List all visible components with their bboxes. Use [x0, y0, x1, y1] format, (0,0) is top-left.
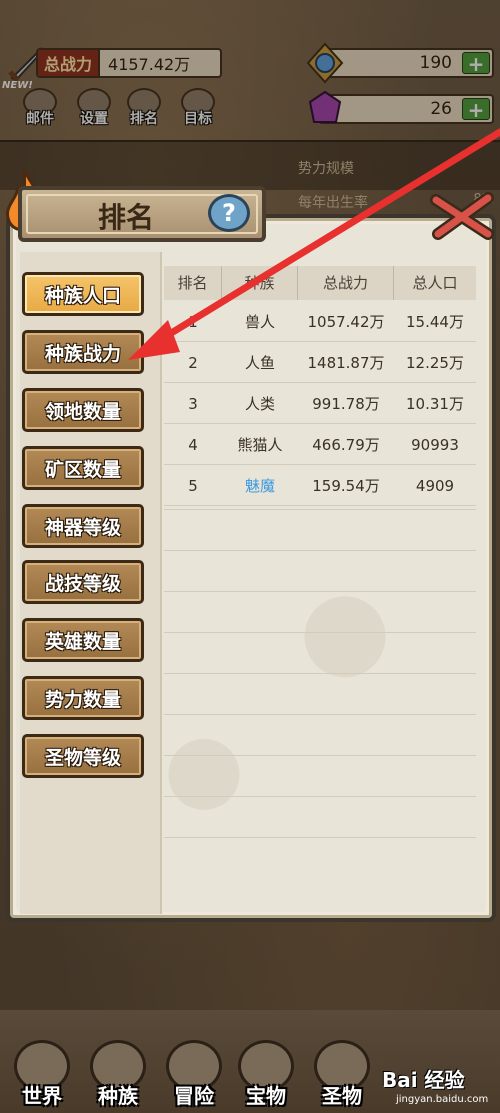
empty-row-divider — [164, 796, 476, 797]
category-button[interactable]: 种族人口 — [22, 272, 144, 316]
cell-population: 90993 — [411, 436, 459, 454]
cell-power: 991.78万 — [312, 395, 380, 413]
category-label: 战技等级 — [44, 572, 121, 595]
nav-treasure[interactable]: 宝物 — [232, 1040, 300, 1110]
category-button[interactable]: 矿区数量 — [22, 446, 144, 490]
category-label: 种族人口 — [44, 284, 121, 307]
help-button[interactable]: ? — [208, 194, 250, 232]
category-button[interactable]: 种族战力 — [22, 330, 144, 374]
header-race: 种族 — [222, 266, 298, 300]
nav-relic[interactable]: 圣物 — [308, 1040, 376, 1110]
empty-row-divider — [164, 509, 476, 510]
nav-race[interactable]: 种族 — [84, 1040, 152, 1110]
table-row[interactable]: 3 人类 991.78万 10.31万 — [164, 384, 476, 424]
category-label: 神器等级 — [44, 516, 121, 539]
cell-population: 10.31万 — [406, 395, 464, 413]
header-power: 总战力 — [298, 266, 394, 300]
category-label: 圣物等级 — [44, 746, 121, 769]
category-label: 领地数量 — [44, 400, 121, 423]
cell-race: 兽人 — [244, 313, 275, 331]
cell-population: 4909 — [415, 477, 455, 495]
watermark-logo: Bai 经验 — [382, 1068, 465, 1092]
cell-power: 1481.87万 — [307, 354, 385, 372]
empty-row-divider — [164, 673, 476, 674]
close-icon[interactable] — [428, 190, 496, 242]
cell-population: 12.25万 — [406, 354, 464, 372]
table-header: 排名 种族 总战力 总人口 — [164, 266, 476, 300]
category-button[interactable]: 英雄数量 — [22, 618, 144, 662]
table-row[interactable]: 1 兽人 1057.42万 15.44万 — [164, 302, 476, 342]
cell-race: 人类 — [244, 395, 275, 413]
nav-adventure[interactable]: 冒险 — [160, 1040, 228, 1110]
cell-rank: 4 — [188, 436, 198, 454]
category-label: 矿区数量 — [44, 458, 121, 481]
watermark-url: jingyan.baidu.com — [396, 1094, 489, 1105]
cell-population: 15.44万 — [406, 313, 464, 331]
category-label: 种族战力 — [44, 342, 121, 365]
cell-rank: 2 — [188, 354, 198, 372]
table-row[interactable]: 2 人鱼 1481.87万 12.25万 — [164, 343, 476, 383]
cell-race: 人鱼 — [244, 354, 275, 372]
empty-row-divider — [164, 837, 476, 838]
empty-row-divider — [164, 591, 476, 592]
category-label: 势力数量 — [44, 688, 121, 711]
nav-world[interactable]: 世界 — [8, 1040, 76, 1110]
panel-title-plate: 排名 ? — [18, 186, 266, 242]
panel-title: 排名 — [98, 201, 155, 234]
cell-race: 熊猫人 — [237, 436, 283, 454]
cell-rank: 5 — [188, 477, 198, 495]
empty-row-divider — [164, 550, 476, 551]
empty-row-divider — [164, 714, 476, 715]
cell-rank: 1 — [188, 313, 198, 331]
empty-row-divider — [164, 632, 476, 633]
baidu-watermark: Bai 经验 jingyan.baidu.com — [382, 1064, 500, 1110]
cell-power: 1057.42万 — [307, 313, 385, 331]
table-row[interactable]: 4 熊猫人 466.79万 90993 — [164, 425, 476, 465]
category-button[interactable]: 神器等级 — [22, 504, 144, 548]
category-label: 英雄数量 — [44, 630, 121, 653]
cell-power: 466.79万 — [312, 436, 380, 454]
category-button[interactable]: 战技等级 — [22, 560, 144, 604]
header-rank: 排名 — [164, 266, 222, 300]
cell-race: 魅魔 — [244, 477, 275, 495]
category-button[interactable]: 圣物等级 — [22, 734, 144, 778]
cell-power: 159.54万 — [312, 477, 380, 495]
empty-row-divider — [164, 755, 476, 756]
category-button[interactable]: 领地数量 — [22, 388, 144, 432]
category-button[interactable]: 势力数量 — [22, 676, 144, 720]
table-row[interactable]: 5 魅魔 159.54万 4909 — [164, 466, 476, 506]
cell-rank: 3 — [188, 395, 198, 413]
header-population: 总人口 — [412, 274, 458, 292]
